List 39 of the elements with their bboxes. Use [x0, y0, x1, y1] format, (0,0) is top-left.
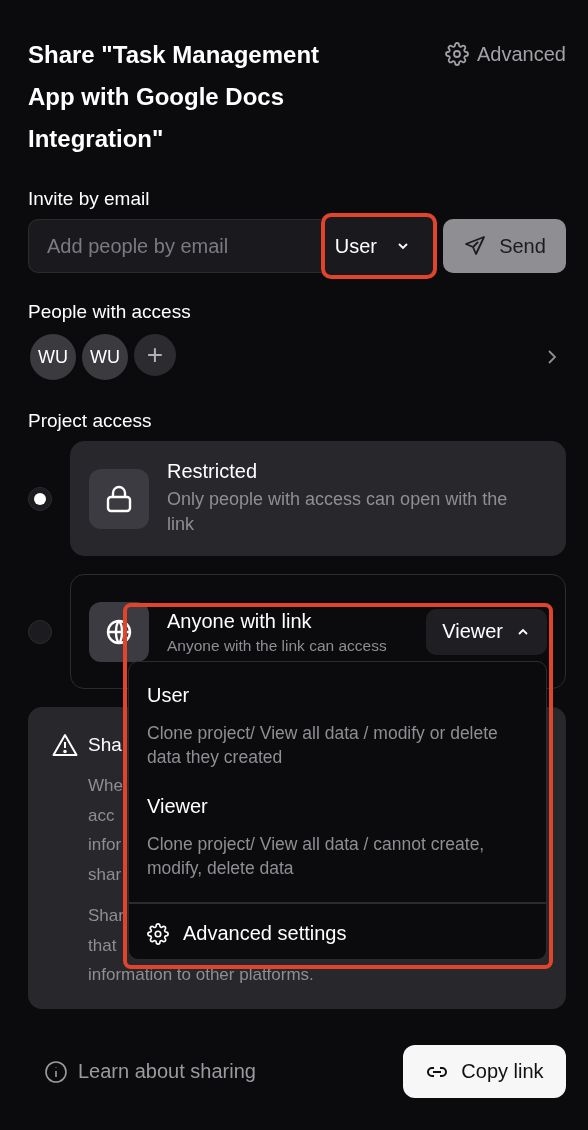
gear-icon [445, 42, 470, 66]
access-option-card[interactable]: Anyone with link Anyone with the link can access Viewer [70, 574, 566, 689]
send-button[interactable]: Send [443, 219, 566, 273]
role-select[interactable]: User [320, 213, 437, 279]
warning-text: acc [88, 804, 115, 827]
radio-button[interactable] [28, 486, 52, 511]
role-dropdown-button[interactable]: Viewer [426, 608, 547, 655]
avatar[interactable]: WU [28, 332, 78, 382]
email-field[interactable]: Add people by email [28, 219, 321, 273]
warning-text: information to other platforms. [88, 964, 314, 986]
option-title: Restricted [167, 460, 259, 483]
send-icon [463, 234, 488, 258]
chevron-right-icon[interactable] [546, 349, 558, 365]
radio-button[interactable] [28, 619, 52, 644]
access-option-card[interactable]: Restricted Only people with access can open with the link [70, 441, 566, 556]
info-icon [44, 1059, 68, 1084]
warning-text: Shar [88, 905, 124, 927]
warning-icon [52, 733, 78, 757]
avatar[interactable]: WU [80, 332, 130, 382]
lock-icon [105, 483, 133, 514]
copy-link-button[interactable]: Copy link [403, 1045, 566, 1098]
section-label: Project access [28, 410, 153, 432]
warning-title: Sha [88, 734, 122, 756]
menu-item[interactable]: Viewer Clone project/ View all data / cannot create, modify, delete data [129, 775, 546, 902]
warning-text: Whe [88, 775, 123, 797]
learn-link[interactable]: Learn about sharing [44, 1059, 256, 1084]
option-title: Anyone with link [167, 610, 313, 633]
warning-text: infor [88, 834, 122, 856]
globe-icon [105, 617, 133, 646]
gear-icon [147, 922, 169, 945]
section-label: Invite by email [28, 188, 151, 210]
option-description: Only people with access can open with the link [167, 488, 509, 536]
dialog-title: Share "Task Management App with Google Docs Integration" [28, 40, 321, 154]
warning-text: that [88, 934, 117, 957]
option-description: Anyone with the link can access [167, 636, 388, 656]
advanced-button[interactable]: Advanced [445, 42, 566, 66]
section-label: People with access [28, 301, 192, 323]
add-person-button[interactable]: + [132, 332, 178, 378]
warning-text: shar [88, 863, 122, 886]
